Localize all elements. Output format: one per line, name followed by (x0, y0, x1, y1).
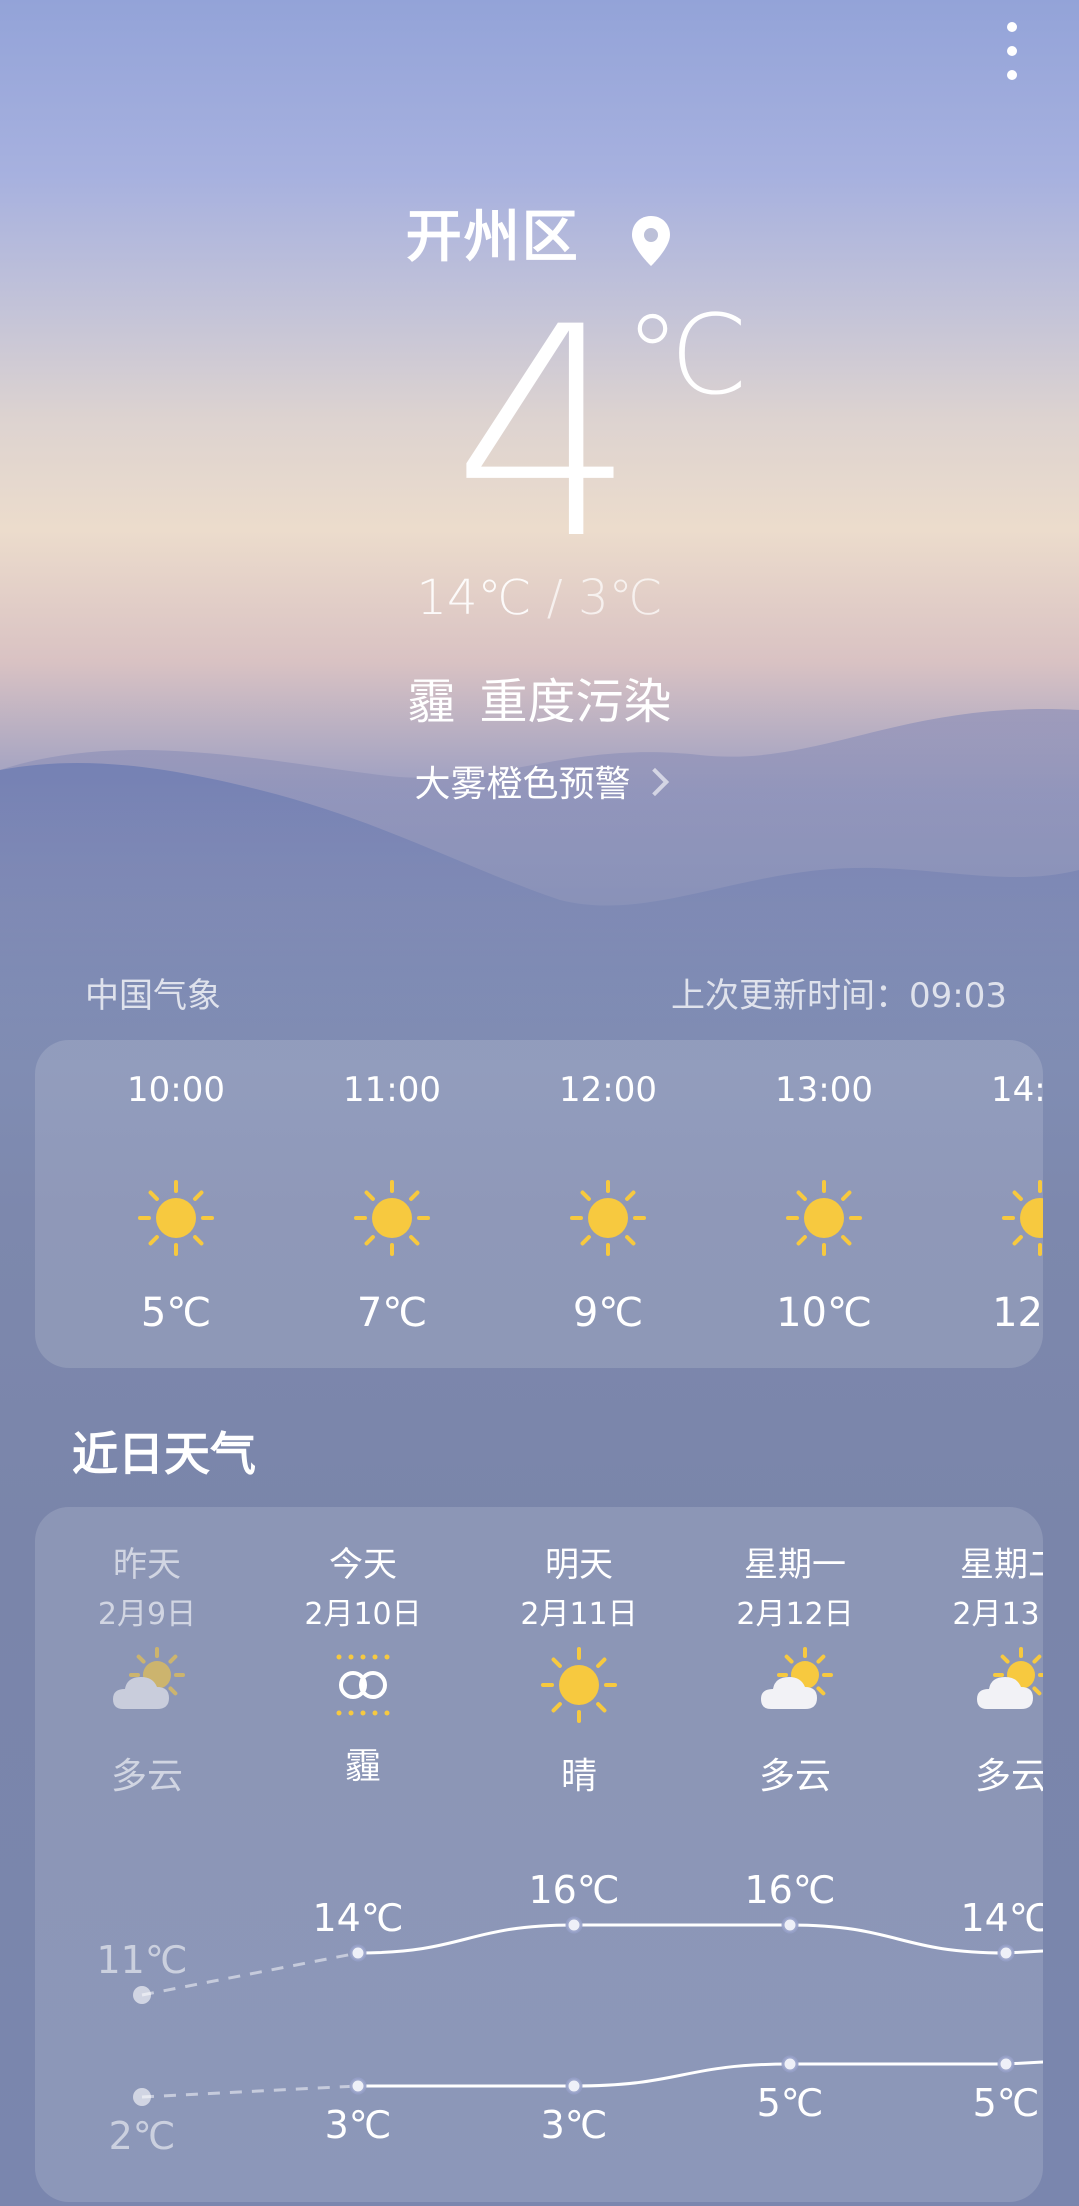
high-temp-label: 14℃ (960, 1896, 1043, 1940)
high-temp-point (565, 1916, 583, 1934)
alert-text: 大雾橙色预警 (414, 764, 631, 805)
low-temp-label: 5℃ (757, 2081, 824, 2125)
low-temp-point (349, 2077, 367, 2095)
low-temp-point (133, 2088, 151, 2106)
air-quality-text: 重度污染 (479, 674, 672, 730)
high-temp-point (349, 1944, 367, 1962)
hour-time: 11:00 (343, 1070, 441, 1110)
sun-icon (786, 1180, 862, 1256)
low-temp-point (565, 2077, 583, 2095)
temp-low: 3℃ (578, 570, 663, 626)
day-date: 2月10日 (304, 1597, 422, 1632)
location-header[interactable]: 开州区 (0, 192, 1079, 273)
data-source: 中国气象 (85, 976, 221, 1016)
low-temp-label: 5℃ (973, 2081, 1040, 2125)
low-temp-past-segment (141, 2084, 359, 2099)
haze-icon (336, 1654, 390, 1716)
day-name: 星期一 (744, 1545, 846, 1585)
hour-time: 12:00 (559, 1070, 657, 1110)
current-condition: 霾重度污染 (0, 662, 1079, 732)
daily-forecast-title: 近日天气 (72, 1427, 256, 1481)
sun-icon (1002, 1180, 1043, 1256)
hour-temp: 5℃ (140, 1290, 212, 1336)
weather-alert-link[interactable]: 大雾橙色预警 (0, 755, 1079, 807)
day-date: 2月13日 (952, 1597, 1043, 1632)
current-temperature: 4 ℃ (0, 290, 1079, 580)
temp-range: 14℃ / 3℃ (0, 570, 1079, 626)
condition-text: 霾 (407, 674, 456, 730)
high-temp-point (997, 1944, 1015, 1962)
sun-icon (541, 1647, 617, 1723)
current-temp-unit: ℃ (625, 291, 749, 419)
partly-cloudy-icon (113, 1647, 185, 1709)
high-temp-label: 16℃ (744, 1868, 835, 1912)
high-temp-label: 14℃ (312, 1896, 403, 1940)
day-weather: 晴 (560, 1756, 597, 1797)
hour-temp: 9℃ (572, 1290, 644, 1336)
hour-time: 13:00 (775, 1070, 873, 1110)
day-name: 星期二 (960, 1545, 1043, 1585)
day-name: 昨天 (113, 1545, 181, 1585)
day-date: 2月9日 (97, 1597, 197, 1632)
hour-temp: 7℃ (356, 1290, 428, 1336)
low-temp-point (997, 2055, 1015, 2073)
location-pin-icon (632, 215, 671, 266)
temp-separator: / (531, 570, 579, 626)
sun-icon (570, 1180, 646, 1256)
low-temp-point (781, 2055, 799, 2073)
hour-temp: 10℃ (776, 1290, 872, 1336)
low-temp-line (358, 2060, 1043, 2088)
hourly-forecast-card[interactable]: 10:00 5℃ 11:00 7℃ 12:00 9℃ 13:00 10℃ 14:… (35, 1040, 1043, 1368)
low-temp-label: 3℃ (325, 2103, 392, 2147)
daily-forecast-card[interactable]: 11℃ 14℃ 16℃ 16℃ 14℃ 2℃ 3℃ 3℃ 5℃ 5℃ 昨天 2月9日 多云 今天 … (35, 1507, 1043, 2202)
day-date: 2月12日 (736, 1597, 854, 1632)
high-temp-point (133, 1986, 151, 2004)
more-menu-icon[interactable] (997, 22, 1027, 90)
high-temp-line (357, 1923, 1043, 1955)
low-temp-label: 2℃ (109, 2114, 176, 2158)
hour-time: 14:00 (991, 1070, 1043, 1110)
temp-high: 14℃ (416, 570, 532, 626)
high-temp-label: 16℃ (528, 1868, 619, 1912)
last-updated: 上次更新时间：09:03 (671, 976, 1007, 1016)
high-temp-label: 11℃ (96, 1938, 187, 1982)
high-temp-point (781, 1916, 799, 1934)
day-weather: 霾 (344, 1746, 381, 1787)
partly-cloudy-icon (977, 1647, 1043, 1709)
partly-cloudy-icon (761, 1647, 833, 1709)
day-weather: 多云 (110, 1756, 183, 1797)
current-temp-value: 4 (452, 266, 636, 603)
day-weather: 多云 (974, 1756, 1043, 1797)
day-name: 明天 (545, 1545, 613, 1585)
hour-temp: 12℃ (992, 1290, 1043, 1336)
sun-icon (138, 1180, 214, 1256)
day-name: 今天 (329, 1545, 397, 1585)
day-date: 2月11日 (520, 1597, 638, 1632)
day-weather: 多云 (758, 1756, 831, 1797)
low-temp-label: 3℃ (541, 2103, 608, 2147)
location-name: 开州区 (405, 205, 580, 270)
hour-time: 10:00 (127, 1070, 225, 1110)
sun-icon (354, 1180, 430, 1256)
chevron-right-icon (640, 767, 669, 797)
